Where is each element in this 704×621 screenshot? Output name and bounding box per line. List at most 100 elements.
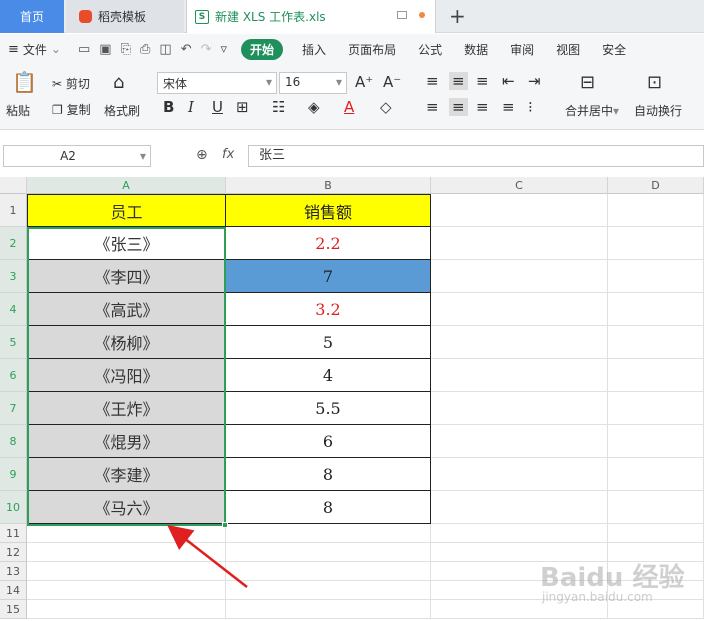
sales-cell[interactable]: 8 — [226, 458, 431, 491]
sales-cell[interactable]: 8 — [226, 491, 431, 524]
align-bottom-icon[interactable]: ≡ — [476, 72, 489, 90]
empty-cell[interactable] — [431, 458, 608, 491]
decrease-indent-icon[interactable]: ⇤ — [502, 72, 515, 90]
paste-icon[interactable]: 📋 — [12, 70, 37, 94]
row-header[interactable]: 10 — [0, 491, 27, 524]
formula-input[interactable]: 张三 — [248, 145, 704, 167]
empty-cell[interactable] — [608, 227, 704, 260]
row-header[interactable]: 15 — [0, 600, 27, 619]
print-preview-icon[interactable]: ◫ — [159, 42, 171, 57]
fill-handle[interactable] — [222, 522, 228, 528]
save-icon[interactable]: ▣ — [99, 42, 111, 57]
row-header[interactable]: 9 — [0, 458, 27, 491]
font-size-select[interactable]: 16 ▾ — [279, 72, 347, 94]
menu-tab-review[interactable]: 审阅 — [499, 41, 545, 58]
row-header[interactable]: 1 — [0, 194, 27, 227]
empty-cell[interactable] — [27, 562, 226, 581]
copy-button[interactable]: ❐ 复制 — [52, 101, 91, 118]
row-header[interactable]: 2 — [0, 227, 27, 260]
row-header[interactable]: 14 — [0, 581, 27, 600]
empty-cell[interactable] — [608, 194, 704, 227]
row-header[interactable]: 13 — [0, 562, 27, 581]
employee-cell[interactable]: 《焜男》 — [27, 425, 226, 458]
row-header[interactable]: 3 — [0, 260, 27, 293]
empty-cell[interactable] — [226, 543, 431, 562]
sales-cell[interactable]: 7 — [226, 260, 431, 293]
sales-cell[interactable]: 4 — [226, 359, 431, 392]
paste-button[interactable]: 粘贴 — [6, 102, 30, 119]
empty-cell[interactable] — [226, 562, 431, 581]
empty-cell[interactable] — [431, 425, 608, 458]
open-folder-icon[interactable]: ▭ — [78, 42, 90, 57]
bold-icon[interactable]: B — [163, 98, 174, 116]
format-painter-icon[interactable]: ⌂ — [113, 72, 124, 93]
sales-cell[interactable]: 2.2 — [226, 227, 431, 260]
print-icon[interactable]: ⎙ — [140, 42, 150, 57]
customize-chevron-icon[interactable]: ▿ — [221, 42, 228, 57]
empty-cell[interactable] — [431, 260, 608, 293]
employee-cell[interactable]: 《冯阳》 — [27, 359, 226, 392]
cell-style-icon[interactable]: ☷ — [272, 98, 285, 116]
employee-cell[interactable]: 《杨柳》 — [27, 326, 226, 359]
font-color-icon[interactable]: A — [344, 98, 354, 116]
empty-cell[interactable] — [431, 359, 608, 392]
employee-cell[interactable]: 《张三》 — [27, 227, 226, 260]
empty-cell[interactable] — [27, 543, 226, 562]
zoom-search-icon[interactable]: ⊕ — [196, 147, 208, 163]
empty-cell[interactable] — [608, 425, 704, 458]
column-header-a[interactable]: A — [27, 177, 226, 194]
monitor-icon[interactable] — [397, 11, 407, 19]
empty-cell[interactable] — [226, 524, 431, 543]
empty-cell[interactable] — [608, 359, 704, 392]
tab-file[interactable]: S 新建 XLS 工作表.xls — [186, 0, 436, 33]
employee-cell[interactable]: 《马六》 — [27, 491, 226, 524]
row-header[interactable]: 11 — [0, 524, 27, 543]
row-header[interactable]: 4 — [0, 293, 27, 326]
empty-cell[interactable] — [27, 524, 226, 543]
new-tab-plus-icon[interactable]: + — [449, 4, 466, 28]
empty-cell[interactable] — [226, 581, 431, 600]
empty-cell[interactable] — [608, 458, 704, 491]
fill-color-icon[interactable]: ◈ — [308, 98, 320, 116]
empty-cell[interactable] — [431, 524, 608, 543]
border-icon[interactable]: ⊞ — [236, 98, 249, 116]
align-top-icon[interactable]: ≡ — [426, 72, 439, 90]
menu-tab-security[interactable]: 安全 — [591, 41, 637, 58]
sales-cell[interactable]: 销售额 — [226, 194, 431, 227]
empty-cell[interactable] — [608, 491, 704, 524]
menu-tab-page-layout[interactable]: 页面布局 — [337, 41, 407, 58]
clear-format-icon[interactable]: ◇ — [380, 98, 392, 116]
menu-tab-data[interactable]: 数据 — [453, 41, 499, 58]
tab-template[interactable]: 稻壳模板 — [66, 0, 184, 33]
employee-cell[interactable]: 《王炸》 — [27, 392, 226, 425]
align-left-icon[interactable]: ≡ — [426, 98, 439, 116]
empty-cell[interactable] — [431, 392, 608, 425]
empty-cell[interactable] — [431, 194, 608, 227]
align-center-icon[interactable]: ≡ — [449, 98, 468, 116]
tab-home[interactable]: 首页 — [0, 0, 64, 33]
empty-cell[interactable] — [608, 293, 704, 326]
row-header[interactable]: 7 — [0, 392, 27, 425]
menu-tab-insert[interactable]: 插入 — [291, 41, 337, 58]
empty-cell[interactable] — [608, 260, 704, 293]
employee-cell[interactable]: 《李建》 — [27, 458, 226, 491]
sales-cell[interactable]: 6 — [226, 425, 431, 458]
empty-cell[interactable] — [27, 581, 226, 600]
auto-wrap-button[interactable]: 自动换行 — [634, 102, 682, 119]
menu-tab-start[interactable]: 开始 — [241, 38, 284, 60]
font-name-select[interactable]: 宋体 ▾ — [157, 72, 277, 94]
empty-cell[interactable] — [27, 600, 226, 619]
employee-cell[interactable]: 员工 — [27, 194, 226, 227]
align-right-icon[interactable]: ≡ — [476, 98, 489, 116]
italic-icon[interactable]: I — [188, 98, 194, 116]
row-header[interactable]: 8 — [0, 425, 27, 458]
wrap-text-icon[interactable]: ⊡ — [647, 72, 662, 93]
format-painter-button[interactable]: 格式刷 — [104, 102, 140, 119]
merge-center-icon[interactable]: ⊟ — [580, 72, 595, 93]
increase-font-icon[interactable]: A⁺ — [355, 73, 373, 91]
menu-tab-view[interactable]: 视图 — [545, 41, 591, 58]
select-all-corner[interactable] — [0, 177, 27, 194]
column-header-b[interactable]: B — [226, 177, 431, 194]
decrease-font-icon[interactable]: A⁻ — [383, 73, 401, 91]
empty-cell[interactable] — [431, 293, 608, 326]
